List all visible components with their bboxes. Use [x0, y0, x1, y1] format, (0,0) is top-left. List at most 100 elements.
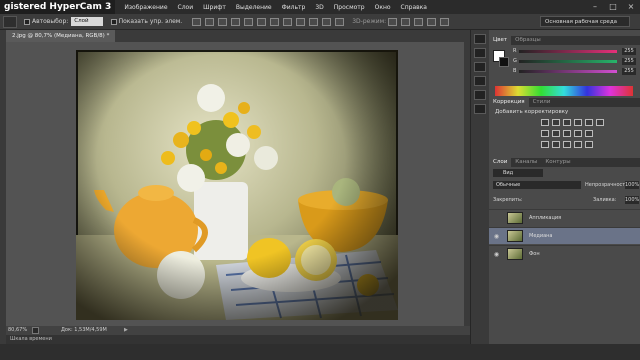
menu-item[interactable]: Слои — [173, 4, 199, 11]
layer-row[interactable]: ◉ Медиана — [489, 227, 640, 244]
workspace-dropdown[interactable]: Основная рабочая среда — [540, 16, 630, 27]
lookup-icon[interactable] — [585, 130, 593, 137]
align-icon[interactable] — [218, 17, 228, 26]
layer-row[interactable]: Аппликация — [489, 209, 640, 226]
distribute-icon[interactable] — [270, 17, 280, 26]
tab-color[interactable]: Цвет — [489, 36, 512, 45]
balance-icon[interactable] — [541, 130, 549, 137]
levels-icon[interactable] — [552, 119, 560, 126]
align-icon[interactable] — [231, 17, 241, 26]
show-controls-checkbox[interactable] — [110, 18, 117, 25]
doc-info: Док: 1,53M/4,59M — [61, 327, 107, 333]
menu-item[interactable]: Окно — [370, 4, 396, 11]
3d-drag-icon[interactable] — [414, 17, 424, 26]
layer-thumbnail — [507, 230, 523, 242]
exposure-icon[interactable] — [574, 119, 582, 126]
timeline-label[interactable]: Шкала времени — [10, 335, 52, 344]
distribute-icon[interactable] — [335, 17, 345, 26]
menu-item[interactable]: Изображение — [119, 4, 172, 11]
3d-roll-icon[interactable] — [401, 17, 411, 26]
eye-icon[interactable]: ◉ — [492, 233, 501, 240]
align-icon[interactable] — [192, 17, 202, 26]
menu-item[interactable]: 3D — [310, 4, 328, 11]
channel-slider[interactable] — [519, 60, 617, 63]
align-icon[interactable] — [257, 17, 267, 26]
status-bar: 80,67% Док: 1,53M/4,59M ▶ — [6, 326, 470, 335]
align-icon[interactable] — [205, 17, 215, 26]
threshold-icon[interactable] — [563, 141, 571, 148]
tab-styles[interactable]: Стили — [529, 98, 555, 107]
color-spectrum[interactable] — [495, 86, 633, 96]
menu-item[interactable]: Просмотр — [329, 4, 370, 11]
distribute-icon[interactable] — [309, 17, 319, 26]
mixer-icon[interactable] — [574, 130, 582, 137]
3d-mode-label: 3D-режим: — [352, 18, 387, 25]
gradient-map-icon[interactable] — [574, 141, 582, 148]
minimize-button[interactable]: – — [586, 0, 604, 14]
eye-icon[interactable]: ◉ — [492, 251, 501, 258]
tab-layers[interactable]: Слои — [489, 158, 512, 167]
menu-item[interactable]: Справка — [396, 4, 432, 11]
close-button[interactable]: × — [622, 0, 640, 14]
brush-icon[interactable] — [474, 76, 486, 86]
opacity-field[interactable]: 100% — [625, 181, 639, 189]
distribute-icon[interactable] — [296, 17, 306, 26]
background-swatch[interactable] — [499, 57, 509, 67]
maximize-button[interactable]: □ — [604, 0, 622, 14]
channel-label: R — [513, 48, 517, 54]
properties-icon[interactable] — [474, 48, 486, 58]
3d-rotate-icon[interactable] — [388, 17, 398, 26]
channel-value[interactable]: 255 — [622, 68, 636, 75]
distribute-icon[interactable] — [283, 17, 293, 26]
paragraph-icon[interactable] — [474, 104, 486, 114]
window-controls: – □ × — [586, 0, 640, 14]
adjustment-icons — [541, 130, 596, 137]
still-life-photo — [76, 50, 398, 320]
tab-channels[interactable]: Каналы — [511, 158, 541, 167]
menu-item[interactable]: Фильтр — [277, 4, 311, 11]
distribute-icon[interactable] — [322, 17, 332, 26]
canvas-area[interactable] — [6, 42, 464, 326]
options-bar: Автовыбор: Слой Показать упр. элем. 3D-р… — [0, 14, 640, 30]
channel-value[interactable]: 255 — [622, 58, 636, 65]
zoom-value[interactable]: 80,67% — [8, 326, 27, 335]
bw-icon[interactable] — [552, 130, 560, 137]
status-menu-icon[interactable] — [32, 327, 39, 334]
photo-filter-icon[interactable] — [563, 130, 571, 137]
status-arrow-icon[interactable]: ▶ — [124, 326, 128, 335]
channel-slider[interactable] — [519, 70, 617, 73]
character-icon[interactable] — [474, 90, 486, 100]
document-image[interactable] — [76, 50, 398, 320]
blend-mode-dropdown[interactable]: Обычные — [493, 181, 581, 189]
bottom-strip — [0, 344, 640, 360]
document-tabs: 2.jpg @ 80,7% (Медиана, RGB/8) * — [6, 30, 470, 42]
hue-icon[interactable] — [596, 119, 604, 126]
autoselect-dropdown[interactable]: Слой — [71, 17, 103, 26]
tab-swatches[interactable]: Образцы — [511, 36, 545, 45]
3d-slide-icon[interactable] — [427, 17, 437, 26]
info-icon[interactable] — [474, 62, 486, 72]
3d-scale-icon[interactable] — [440, 17, 450, 26]
invert-icon[interactable] — [541, 141, 549, 148]
layer-kind-filter[interactable]: Вид — [493, 169, 543, 177]
menu-item[interactable]: Выделение — [231, 4, 277, 11]
tab-paths[interactable]: Контуры — [541, 158, 574, 167]
opacity-label: Непрозрачность: — [585, 182, 630, 188]
curves-icon[interactable] — [563, 119, 571, 126]
channel-slider[interactable] — [519, 50, 617, 53]
document-tab[interactable]: 2.jpg @ 80,7% (Медиана, RGB/8) * — [6, 30, 116, 42]
selective-color-icon[interactable] — [585, 141, 593, 148]
move-tool-icon[interactable] — [3, 15, 17, 28]
fill-field[interactable]: 100% — [625, 196, 639, 204]
posterize-icon[interactable] — [552, 141, 560, 148]
history-icon[interactable] — [474, 34, 486, 44]
right-panels: Цвет Образцы R 255 G 255 B 255 Коррекция Стил… — [489, 30, 640, 344]
autoselect-checkbox[interactable] — [24, 18, 30, 25]
align-icon[interactable] — [244, 17, 254, 26]
vibrance-icon[interactable] — [585, 119, 593, 126]
channel-value[interactable]: 255 — [622, 48, 636, 55]
menu-item[interactable]: Шрифт — [198, 4, 231, 11]
brightness-icon[interactable] — [541, 119, 549, 126]
layer-row[interactable]: ◉ Фон — [489, 245, 640, 262]
tab-adjustments[interactable]: Коррекция — [489, 98, 529, 107]
